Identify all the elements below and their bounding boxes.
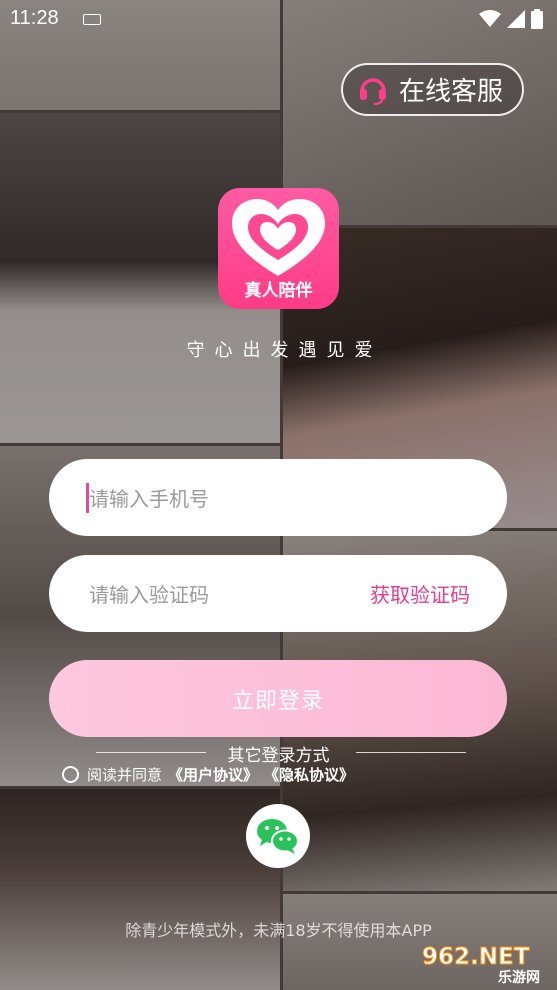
wechat-icon: [257, 819, 299, 854]
status-bar: 11:28: [0, 0, 557, 38]
battery-icon: [531, 9, 543, 29]
agreement-checkbox[interactable]: [62, 766, 79, 783]
logo-text: 真人陪伴: [244, 281, 313, 301]
agreement-prefix: 阅读并同意: [87, 766, 163, 784]
watermark-sub: 乐游网: [498, 969, 540, 986]
login-button[interactable]: 立即登录: [49, 660, 507, 737]
customer-service-label: 在线客服: [399, 77, 504, 107]
status-time: 11:28: [10, 7, 59, 29]
phone-field[interactable]: [49, 459, 507, 538]
wifi-icon: [479, 10, 501, 27]
verification-code-field[interactable]: 获取验证码: [49, 555, 507, 634]
heart-icon: [232, 199, 325, 276]
watermark-main: 962.NET: [422, 944, 530, 970]
other-login-label: 其它登录方式: [227, 746, 330, 766]
divider-right: [356, 752, 466, 753]
user-agreement-link[interactable]: 《用户协议》: [168, 764, 258, 785]
customer-service-button[interactable]: 在线客服: [341, 63, 524, 116]
agreement-row: 阅读并同意 《用户协议》 《隐私协议》: [62, 764, 354, 785]
watermark-logo: 962.NET 乐游网: [422, 944, 541, 987]
keyboard-icon: [83, 14, 101, 25]
app-logo: 真人陪伴: [218, 188, 339, 309]
privacy-agreement-link[interactable]: 《隐私协议》: [264, 764, 354, 785]
phone-input[interactable]: [87, 459, 351, 538]
age-notice: 除青少年模式外，未满18岁不得使用本APP: [125, 921, 432, 940]
wechat-login-button[interactable]: [246, 804, 310, 868]
slogan: 守心出发遇见爱: [186, 340, 383, 361]
verification-code-input[interactable]: [87, 555, 351, 634]
headset-icon: [360, 77, 386, 105]
get-code-button[interactable]: 获取验证码: [370, 579, 470, 608]
signal-icon: [507, 10, 525, 28]
